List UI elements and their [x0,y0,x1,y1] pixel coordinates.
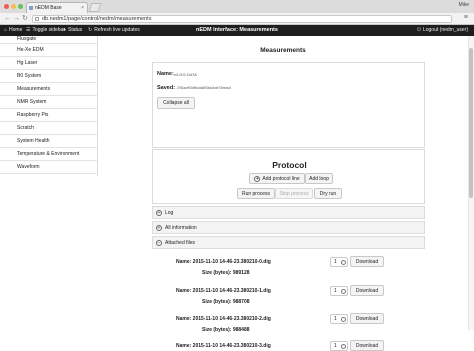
main-content: Measurements Name: c3-HG-DATA Saved: 2f7… [98,36,468,351]
logout-icon: ⏻ [417,27,421,33]
page-scrollbar-thumb[interactable] [469,48,473,198]
sidebar-item-waveform[interactable]: Waveform [0,161,98,174]
file-name: Name: 2015-11-10 14-46-23.380210-0.dig [176,259,271,265]
collapse-icon: − [156,240,162,246]
address-bar[interactable]: db.nedm1/page/control/nedm/measurements [32,15,452,23]
reload-icon[interactable]: ↻ [22,14,28,24]
sidebar-item-fluxgate[interactable]: Fluxgate [0,36,98,44]
sidebar-item-hg-laser[interactable]: Hg Laser [0,57,98,70]
attached-files-section-header[interactable]: − Attached files [152,236,425,249]
app-navbar: ⌂ Home ☰ Toggle sidebar ● Status ↻ Refresh l… [0,25,474,36]
sidebar-item-label: B0 System [17,73,42,79]
file-quantity-select[interactable]: 1 [330,286,348,296]
download-button[interactable]: Download [350,313,384,324]
sidebar-item-label: He-Xe EDM [17,47,44,53]
forward-arrow-icon[interactable]: → [13,14,20,24]
file-size: Size (bytes): 988488 [202,327,250,333]
file-size: Size (bytes): 989128 [202,270,250,276]
dry-run-button[interactable]: Dry run [314,188,342,199]
sidebar-item-b0-system[interactable]: B0 System [0,70,98,83]
browser-tab-title: nEDM Base [35,5,62,11]
sidebar-item-label: Measurements [17,86,51,92]
all-information-section-label: All information [165,225,197,231]
sidebar-item-label: Scratch [17,125,34,131]
select-arrow-icon [341,317,346,322]
close-window-icon[interactable] [4,4,9,9]
minimize-window-icon[interactable] [11,4,16,9]
page-icon [35,17,39,21]
back-arrow-icon[interactable]: ← [4,14,11,24]
new-tab-button[interactable] [88,3,102,12]
browser-tab-bar: nEDM Base × Mike [0,0,474,13]
sidebar-empty-area [0,176,98,330]
select-arrow-icon [341,344,346,349]
file-size: Size (bytes): 988708 [202,299,250,305]
file-quantity-value: 1 [334,259,337,265]
sidebar-item-label: Hg Laser [17,60,38,66]
sidebar-item-nmr-system[interactable]: NMR System [0,96,98,109]
page-title: Measurements [260,47,306,54]
sidebar-item-temperature-environment[interactable]: Temperature & Environment [0,148,98,161]
expand-icon: + [156,210,162,216]
file-name: Name: 2015-11-10 14-46-23.380210-1.dig [176,288,271,294]
expand-icon: + [156,225,162,231]
file-quantity-value: 1 [334,288,337,294]
measurement-saved-label: Saved: [157,85,176,91]
measurement-name-label: Name: [157,71,174,77]
sidebar-item-label: NMR System [17,99,47,105]
sidebar-item-scratch[interactable]: Scratch [0,122,98,135]
address-bar-url: db.nedm1/page/control/nedm/measurements [42,16,152,22]
collapse-all-button[interactable]: Collapse all [157,97,195,109]
protocol-title: Protocol [272,160,307,170]
nav-logout[interactable]: ⏻ Logout (nedm_user) [417,25,468,36]
sidebar-item-label: Temperature & Environment [17,151,80,157]
download-button[interactable]: Download [350,256,384,267]
add-protocol-line-button[interactable]: + Add protocol line [249,173,305,184]
measurement-saved-value: 2f78ace93d9ba4a693ba1bde74beacd [177,86,231,90]
sidebar-item-he-xe-edm[interactable]: He-Xe EDM [0,44,98,57]
browser-tab[interactable]: nEDM Base × [26,2,88,13]
measurement-panel: Name: c3-HG-DATA Saved: 2f78ace93d9ba4a6… [152,62,425,148]
sidebar: Fluxgate He-Xe EDM Hg Laser B0 System Me… [0,36,98,176]
file-quantity-select[interactable]: 1 [330,257,348,267]
log-section-label: Log [165,210,174,216]
protocol-panel: Protocol + Add protocol line Add loop Run… [152,149,425,204]
file-name: Name: 2015-11-10 14-46-23.380210-3.dig [176,343,271,349]
select-arrow-icon [341,260,346,265]
add-icon: + [254,175,261,182]
browser-menu-icon[interactable]: ≡ [464,14,468,21]
file-name: Name: 2015-11-10 14-46-23.380210-2.dig [176,316,271,322]
log-section-header[interactable]: + Log [152,206,425,219]
sidebar-item-system-health[interactable]: System Health [0,135,98,148]
attached-files-section-label: Attached files [165,240,196,246]
sidebar-item-label: Raspberry Pis [17,112,49,118]
page-brand-title: nEDM Interface: Measurements [196,27,278,33]
browser-toolbar: ← → ↻ db.nedm1/page/control/nedm/measure… [0,13,474,25]
stop-process-button[interactable]: Stop process [275,188,313,199]
run-process-button[interactable]: Run process [237,188,275,199]
sidebar-item-label: System Health [17,138,50,144]
download-button[interactable]: Download [350,340,384,351]
file-quantity-value: 1 [334,343,337,349]
sidebar-item-label: Fluxgate [17,36,37,42]
measurement-name-value: c3-HG-DATA [174,72,197,77]
add-protocol-line-label: Add protocol line [262,176,300,182]
favicon-icon [29,6,33,10]
attached-files-list: Name: 2015-11-10 14-46-23.380210-0.dig S… [152,250,425,351]
select-arrow-icon [341,289,346,294]
download-button[interactable]: Download [350,285,384,296]
file-quantity-select[interactable]: 1 [330,314,348,324]
close-tab-icon[interactable]: × [81,3,84,13]
sidebar-item-label: Waveform [17,164,40,170]
all-information-section-header[interactable]: + All information [152,221,425,234]
add-loop-button[interactable]: Add loop [305,173,333,184]
file-quantity-select[interactable]: 1 [330,341,348,351]
maximize-window-icon[interactable] [18,4,23,9]
file-quantity-value: 1 [334,316,337,322]
sidebar-item-raspberry-pis[interactable]: Raspberry Pis [0,109,98,122]
sidebar-item-measurements[interactable]: Measurements [0,83,98,96]
browser-user-name[interactable]: Mike [458,2,469,8]
nav-logout-label: Logout (nedm_user) [422,27,468,33]
